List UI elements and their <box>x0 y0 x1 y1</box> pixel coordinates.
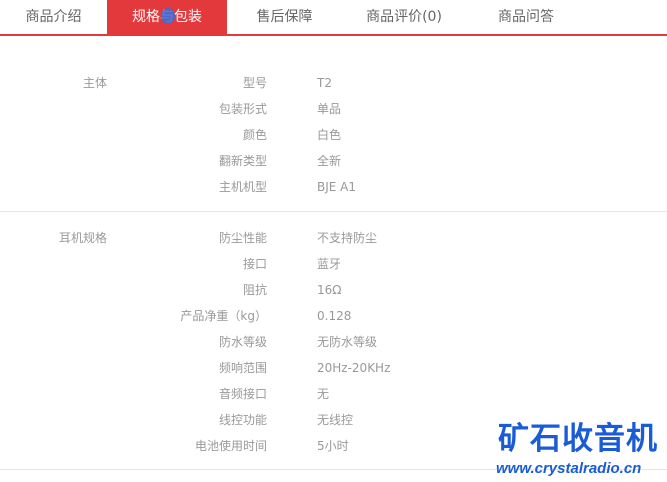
tab-reviews[interactable]: 商品评价(0) <box>342 0 466 34</box>
spec-value: 20Hz-20KHz <box>317 361 391 375</box>
spec-value: 0.128 <box>317 309 352 323</box>
spec-key: 防尘性能 <box>218 231 267 245</box>
spec-row: 翻新类型 全新 <box>0 153 667 169</box>
tab-after-sales[interactable]: 售后保障 <box>227 0 342 34</box>
spec-key: 音频接口 <box>218 387 267 401</box>
spec-row: 接口 蓝牙 <box>0 256 667 272</box>
spec-key: 线控功能 <box>218 413 267 427</box>
spec-key: 阻抗 <box>242 283 267 297</box>
spec-row: 阻抗 16Ω <box>0 282 667 298</box>
spec-group-main: 主体 型号 T2 包装形式 单品 颜色 白色 翻新类型 全新 主机机型 BJE … <box>0 37 667 212</box>
spec-value: 全新 <box>317 154 342 168</box>
spec-key: 频响范围 <box>218 361 267 375</box>
product-tabs: 商品介绍 规格与包装 售后保障 商品评价(0) 商品问答 <box>0 0 667 36</box>
spec-row: 音频接口 无 <box>0 386 667 402</box>
spec-key: 产品净重（kg） <box>180 309 267 323</box>
spec-key: 防水等级 <box>218 335 267 349</box>
spec-row: 包装形式 单品 <box>0 101 667 117</box>
spec-row: 频响范围 20Hz-20KHz <box>0 360 667 376</box>
spec-key: 主机机型 <box>218 180 267 194</box>
spec-value: 16Ω <box>317 283 342 297</box>
spec-key: 型号 <box>242 76 267 90</box>
spec-key: 电池使用时间 <box>194 439 267 453</box>
spec-value: 单品 <box>317 102 342 116</box>
spec-row: 产品净重（kg） 0.128 <box>0 308 667 324</box>
spec-row: 防水等级 无防水等级 <box>0 334 667 350</box>
tab-product-intro[interactable]: 商品介绍 <box>0 0 107 34</box>
site-watermark: 矿石收音机 www.crystalradio.cn <box>496 420 666 480</box>
watermark-title: 矿石收音机 <box>498 421 658 457</box>
spec-value: BJE A1 <box>317 180 357 194</box>
spec-value: 不支持防尘 <box>317 231 378 245</box>
spec-key: 翻新类型 <box>218 154 267 168</box>
spec-value: 无 <box>317 387 330 401</box>
spec-row: 颜色 白色 <box>0 127 667 143</box>
spec-row: 主机机型 BJE A1 <box>0 179 667 195</box>
spec-row: 防尘性能 不支持防尘 <box>0 230 667 246</box>
spec-key: 接口 <box>242 257 267 271</box>
spec-value: 蓝牙 <box>317 257 342 271</box>
spec-value: 白色 <box>317 128 342 142</box>
spec-key: 颜色 <box>242 128 267 142</box>
watermark-url: www.crystalradio.cn <box>496 460 642 477</box>
spec-row: 型号 T2 <box>0 75 667 91</box>
tab-qa[interactable]: 商品问答 <box>466 0 586 34</box>
spec-value: 无防水等级 <box>317 335 378 349</box>
spec-value: 无线控 <box>317 413 354 427</box>
spec-key: 包装形式 <box>218 102 267 116</box>
tab-specs-packaging[interactable]: 规格与包装 <box>107 0 227 34</box>
spec-value: 5小时 <box>317 439 349 453</box>
product-detail-page: 商品介绍 规格与包装 售后保障 商品评价(0) 商品问答 主体 型号 T2 包装… <box>0 0 667 482</box>
spec-value: T2 <box>317 76 332 90</box>
